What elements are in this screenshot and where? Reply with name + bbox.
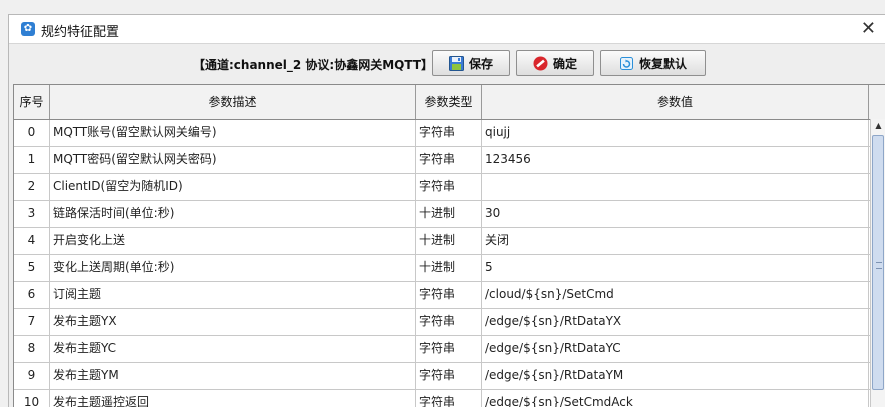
header-corner [869, 85, 885, 119]
cell-type: 十进制 [416, 201, 482, 227]
cell-value[interactable]: 123456 [482, 147, 869, 173]
cell-type: 字符串 [416, 282, 482, 308]
restore-default-label: 恢复默认 [638, 56, 687, 71]
gear-icon: ✿ [21, 22, 35, 36]
cell-type: 十进制 [416, 228, 482, 254]
cell-type: 字符串 [416, 390, 482, 407]
cell-index: 5 [14, 255, 50, 281]
cell-index: 0 [14, 120, 50, 146]
table-row[interactable]: 10 发布主题遥控返回 字符串 /edge/${sn}/SetCmdAck [14, 390, 885, 407]
cell-description: 订阅主题 [50, 282, 416, 308]
table-row[interactable]: 8 发布主题YC 字符串 /edge/${sn}/RtDataYC [14, 336, 885, 363]
cell-type: 字符串 [416, 309, 482, 335]
cell-description: MQTT账号(留空默认网关编号) [50, 120, 416, 146]
cell-index: 10 [14, 390, 50, 407]
cell-description: 发布主题YC [50, 336, 416, 362]
col-header-type[interactable]: 参数类型 [416, 85, 482, 119]
scroll-thumb[interactable] [872, 135, 884, 390]
cell-value[interactable]: /edge/${sn}/RtDataYM [482, 363, 869, 389]
cell-type: 字符串 [416, 120, 482, 146]
toolbar: 【通道:channel_2 协议:协鑫网关MQTT】 保存 确定 恢复默认 [9, 44, 885, 82]
config-window: ✿ 规约特征配置 ✕ 【通道:channel_2 协议:协鑫网关MQTT】 保存… [8, 14, 885, 407]
confirm-button[interactable]: 确定 [516, 50, 594, 76]
confirm-label: 确定 [552, 56, 577, 71]
table-row[interactable]: 2 ClientID(留空为随机ID) 字符串 [14, 174, 885, 201]
cell-index: 6 [14, 282, 50, 308]
table-row[interactable]: 7 发布主题YX 字符串 /edge/${sn}/RtDataYX [14, 309, 885, 336]
cell-value[interactable]: /edge/${sn}/SetCmdAck [482, 390, 869, 407]
cell-type: 十进制 [416, 255, 482, 281]
col-header-value[interactable]: 参数值 [482, 85, 869, 119]
vertical-scrollbar[interactable]: ▲ [870, 119, 885, 407]
cell-type: 字符串 [416, 147, 482, 173]
table-row[interactable]: 3 链路保活时间(单位:秒) 十进制 30 [14, 201, 885, 228]
cell-value[interactable]: /edge/${sn}/RtDataYC [482, 336, 869, 362]
cell-value[interactable]: 关闭 [482, 228, 869, 254]
cell-index: 8 [14, 336, 50, 362]
cell-value[interactable]: /edge/${sn}/RtDataYX [482, 309, 869, 335]
table-body: 0 MQTT账号(留空默认网关编号) 字符串 qiujj 1 MQTT密码(留空… [14, 120, 885, 407]
cell-type: 字符串 [416, 336, 482, 362]
cell-value[interactable]: qiujj [482, 120, 869, 146]
title-bar: ✿ 规约特征配置 ✕ [9, 15, 885, 44]
cell-description: 发布主题YM [50, 363, 416, 389]
cell-description: 链路保活时间(单位:秒) [50, 201, 416, 227]
cell-description: 发布主题YX [50, 309, 416, 335]
close-icon[interactable]: ✕ [861, 18, 876, 39]
save-button[interactable]: 保存 [432, 50, 510, 76]
params-table: 序号 参数描述 参数类型 参数值 0 MQTT账号(留空默认网关编号) 字符串 … [13, 84, 885, 407]
cell-type: 字符串 [416, 174, 482, 200]
cell-description: 发布主题遥控返回 [50, 390, 416, 407]
cell-index: 4 [14, 228, 50, 254]
cell-value[interactable]: 30 [482, 201, 869, 227]
cell-index: 3 [14, 201, 50, 227]
table-row[interactable]: 6 订阅主题 字符串 /cloud/${sn}/SetCmd [14, 282, 885, 309]
cell-index: 9 [14, 363, 50, 389]
cell-description: 开启变化上送 [50, 228, 416, 254]
col-header-description[interactable]: 参数描述 [50, 85, 416, 119]
cell-description: MQTT密码(留空默认网关密码) [50, 147, 416, 173]
restore-icon [619, 56, 633, 70]
channel-protocol-info: 【通道:channel_2 协议:协鑫网关MQTT】 [193, 58, 434, 72]
scroll-grip [876, 262, 882, 269]
table-row[interactable]: 4 开启变化上送 十进制 关闭 [14, 228, 885, 255]
table-row[interactable]: 0 MQTT账号(留空默认网关编号) 字符串 qiujj [14, 120, 885, 147]
table-row[interactable]: 1 MQTT密码(留空默认网关密码) 字符串 123456 [14, 147, 885, 174]
cell-value[interactable]: /cloud/${sn}/SetCmd [482, 282, 869, 308]
cell-value[interactable]: 5 [482, 255, 869, 281]
cell-index: 2 [14, 174, 50, 200]
cell-type: 字符串 [416, 363, 482, 389]
save-label: 保存 [468, 56, 493, 71]
cell-index: 7 [14, 309, 50, 335]
table-row[interactable]: 9 发布主题YM 字符串 /edge/${sn}/RtDataYM [14, 363, 885, 390]
window-title: 规约特征配置 [41, 25, 120, 40]
table-header: 序号 参数描述 参数类型 参数值 [14, 85, 885, 120]
cell-description: ClientID(留空为随机ID) [50, 174, 416, 200]
cell-description: 变化上送周期(单位:秒) [50, 255, 416, 281]
floppy-disk-icon [448, 55, 464, 71]
table-row[interactable]: 5 变化上送周期(单位:秒) 十进制 5 [14, 255, 885, 282]
col-header-index[interactable]: 序号 [14, 85, 50, 119]
scroll-up-arrow[interactable]: ▲ [871, 119, 885, 133]
restore-default-button[interactable]: 恢复默认 [600, 50, 706, 76]
no-entry-icon [533, 56, 548, 70]
cell-value[interactable] [482, 174, 869, 200]
cell-index: 1 [14, 147, 50, 173]
